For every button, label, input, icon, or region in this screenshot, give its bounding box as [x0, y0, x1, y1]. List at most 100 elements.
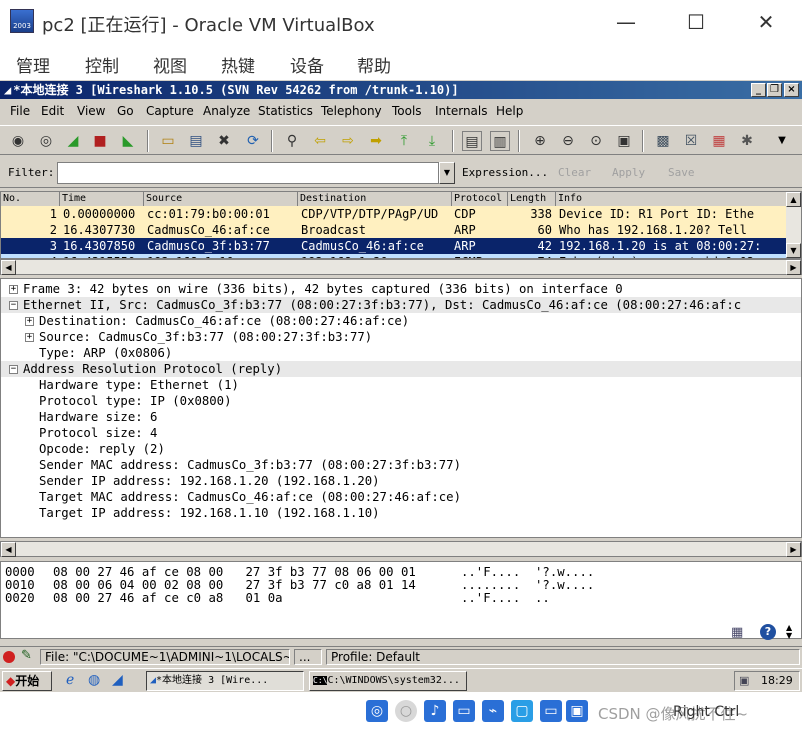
menu-help[interactable]: 帮助 — [357, 52, 391, 77]
help-icon[interactable]: ? — [760, 624, 776, 640]
hard-disk-icon[interactable]: ◎ — [366, 700, 388, 722]
task-cmd[interactable]: C:\C:\WINDOWS\system32... — [309, 671, 467, 691]
packet-row[interactable]: 2 16.4307730 CadmusCo_46:af:ce Broadcast ARP… — [1, 222, 787, 238]
display-icon[interactable]: ▭ — [540, 700, 562, 722]
close-button[interactable]: ✕ — [746, 8, 786, 36]
start-button[interactable]: ◆开始 — [2, 671, 52, 691]
minimize-button[interactable]: — — [606, 8, 646, 36]
menu-devices[interactable]: 设备 — [290, 52, 324, 77]
zoom-in-icon[interactable]: ⊕ — [530, 131, 550, 151]
expression-button[interactable]: Expression... — [462, 166, 548, 179]
detail-line[interactable]: − Address Resolution Protocol (reply) — [1, 361, 801, 377]
menu-view[interactable]: View — [77, 104, 105, 118]
detail-line[interactable]: Target MAC address: CadmusCo_46:af:ce (0… — [1, 489, 801, 505]
apply-button[interactable]: Apply — [612, 166, 645, 179]
scroll-right-arrow[interactable]: ▶ — [786, 260, 801, 275]
close-file-icon[interactable]: ✖ — [214, 131, 234, 151]
open-file-icon[interactable]: ▭ — [158, 131, 178, 151]
pane-scroll-icon[interactable]: ▲ ▼ — [786, 624, 792, 640]
maximize-button[interactable]: ☐ — [676, 8, 716, 36]
expert-info-icon[interactable]: ▦ — [731, 625, 743, 640]
menu-manage[interactable]: 管理 — [16, 52, 50, 77]
detail-line[interactable]: + Destination: CadmusCo_46:af:ce (08:00:2… — [1, 313, 801, 329]
detail-line[interactable]: Opcode: reply (2) — [1, 441, 801, 457]
detail-line[interactable]: + Frame 3: 42 bytes on wire (336 bits), 4… — [1, 281, 801, 297]
menu-file[interactable]: File — [10, 104, 30, 118]
details-hscrollbar[interactable]: ◀ ▶ — [0, 541, 802, 557]
outlook-icon[interactable]: ◍ — [88, 672, 100, 688]
column-length[interactable]: Length — [508, 192, 556, 206]
clear-button[interactable]: Clear — [558, 166, 591, 179]
ws-minimize-button[interactable]: _ — [751, 83, 766, 97]
capture-filters-icon[interactable]: ▩ — [653, 131, 673, 151]
menu-capture[interactable]: Capture — [146, 104, 194, 118]
detail-line[interactable]: Sender IP address: 192.168.1.20 (192.168… — [1, 473, 801, 489]
filter-dropdown-button[interactable]: ▼ — [439, 162, 455, 184]
network-tray-icon[interactable]: ▣ — [739, 672, 749, 690]
shared-folders-icon[interactable]: ▢ — [511, 700, 533, 722]
menu-internals[interactable]: Internals — [435, 104, 488, 118]
go-last-packet-icon[interactable]: ⤓ — [422, 131, 442, 151]
go-back-icon[interactable]: ⇦ — [310, 131, 330, 151]
video-capture-icon[interactable]: ▣ — [566, 700, 588, 722]
filter-input[interactable] — [57, 162, 439, 184]
zoom-out-icon[interactable]: ⊖ — [558, 131, 578, 151]
column-time[interactable]: Time — [60, 192, 144, 206]
start-capture-icon[interactable]: ◢ — [63, 131, 83, 151]
detail-line[interactable]: − Ethernet II, Src: CadmusCo_3f:b3:77 (08… — [1, 297, 801, 313]
column-no[interactable]: No. — [1, 192, 60, 206]
detail-line[interactable]: Sender MAC address: CadmusCo_3f:b3:77 (0… — [1, 457, 801, 473]
network-icon[interactable]: ▭ — [453, 700, 475, 722]
capture-status-icon[interactable] — [3, 651, 15, 663]
menu-view[interactable]: 视图 — [153, 52, 187, 77]
packet-row[interactable]: 1 0.00000000 cc:01:79:b0:00:01 CDP/VTP/DTP/… — [1, 206, 787, 222]
toolbar-overflow-icon[interactable]: ▼ — [772, 131, 792, 151]
packet-list-hscrollbar[interactable]: ◀ ▶ — [0, 259, 802, 275]
normal-size-icon[interactable]: ⊙ — [586, 131, 606, 151]
preferences-icon[interactable]: ✱ — [737, 131, 757, 151]
menu-control[interactable]: 控制 — [85, 52, 119, 77]
detail-line[interactable]: Protocol type: IP (0x0800) — [1, 393, 801, 409]
auto-scroll-icon[interactable]: ▥ — [490, 131, 510, 151]
capture-comment-icon[interactable]: ✎ — [21, 648, 32, 663]
column-source[interactable]: Source — [144, 192, 298, 206]
menu-go[interactable]: Go — [117, 104, 134, 118]
go-to-packet-icon[interactable]: ➡ — [366, 131, 386, 151]
detail-line[interactable]: Protocol size: 4 — [1, 425, 801, 441]
menu-help[interactable]: Help — [496, 104, 523, 118]
collapse-icon[interactable]: − — [9, 365, 18, 374]
expand-icon[interactable]: + — [25, 333, 34, 342]
profile-status[interactable]: Profile: Default — [326, 649, 800, 665]
column-protocol[interactable]: Protocol — [452, 192, 508, 206]
coloring-rules-icon[interactable]: ▦ — [709, 131, 729, 151]
packet-list-vscrollbar[interactable]: ▲ ▼ — [786, 192, 801, 258]
scroll-left-arrow[interactable]: ◀ — [1, 260, 16, 275]
detail-line[interactable]: Target IP address: 192.168.1.10 (192.168… — [1, 505, 801, 521]
usb-icon[interactable]: ⌁ — [482, 700, 504, 722]
wireshark-quicklaunch-icon[interactable]: ◢ — [112, 672, 123, 688]
go-forward-icon[interactable]: ⇨ — [338, 131, 358, 151]
save-filter-button[interactable]: Save — [668, 166, 695, 179]
interfaces-icon[interactable]: ◉ — [8, 131, 28, 151]
menu-telephony[interactable]: Telephony — [321, 104, 382, 118]
ws-close-button[interactable]: × — [784, 83, 799, 97]
go-first-packet-icon[interactable]: ⤒ — [394, 131, 414, 151]
detail-line[interactable]: Hardware type: Ethernet (1) — [1, 377, 801, 393]
resize-columns-icon[interactable]: ▣ — [614, 131, 634, 151]
menu-tools[interactable]: Tools — [392, 104, 422, 118]
detail-line[interactable]: Hardware size: 6 — [1, 409, 801, 425]
stop-capture-icon[interactable]: ■ — [90, 131, 110, 151]
scroll-right-arrow[interactable]: ▶ — [786, 542, 801, 557]
save-file-icon[interactable]: ▤ — [186, 131, 206, 151]
ie-icon[interactable]: ℯ — [66, 672, 74, 688]
options-icon[interactable]: ◎ — [36, 131, 56, 151]
reload-icon[interactable]: ⟳ — [243, 131, 263, 151]
scroll-left-arrow[interactable]: ◀ — [1, 542, 16, 557]
menu-hotkey[interactable]: 热键 — [221, 52, 255, 77]
detail-line[interactable]: Type: ARP (0x0806) — [1, 345, 801, 361]
collapse-icon[interactable]: − — [9, 301, 18, 310]
display-filters-icon[interactable]: ☒ — [681, 131, 701, 151]
menu-edit[interactable]: Edit — [41, 104, 64, 118]
expand-icon[interactable]: + — [25, 317, 34, 326]
restart-capture-icon[interactable]: ◣ — [118, 131, 138, 151]
